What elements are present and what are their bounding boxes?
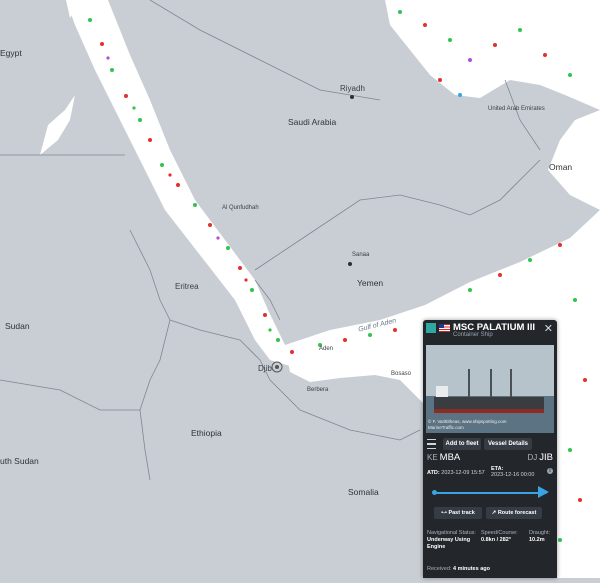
origin-port[interactable]: KE MBA [427,452,460,463]
route-forecast-button[interactable]: ↗ Route forecast [486,507,542,519]
place-al-qunfudhah: Al Qunfudhah [222,205,259,211]
atd: ATD: 2023-12-09 15:57 [427,470,485,476]
place-riyadh: Riyadh [340,84,365,93]
vessel-hull [434,397,544,413]
menu-icon[interactable] [427,439,436,449]
close-icon[interactable]: ✕ [544,322,553,335]
past-track-button[interactable]: •-• Past track [434,507,482,519]
eta: ETA: 2023-12-16 00:00 [491,466,535,478]
vessel-cluster-persian-gulf[interactable] [398,10,572,97]
place-yemen: Yemen [357,278,384,288]
draught: Draught: 10.2m [529,530,551,543]
speed-course: Speed/Course: 0.8kn / 282° [481,530,518,543]
place-uae: United Arab Emirates [488,106,545,112]
vessel-cluster-red-sea[interactable] [88,18,294,354]
place-egypt: Egypt [0,48,22,58]
place-bosaso: Bosaso [391,371,412,377]
vessel-type-icon [426,323,436,333]
destination-country-code: DJ [527,453,538,462]
place-ethiopia: Ethiopia [191,428,222,438]
navigational-status: Navigational Status: Underway Using Engi… [427,530,476,550]
vessel-photo[interactable]: © F. Varittitheas, www.shipspotting.com … [426,345,554,433]
place-djibouti: Djib [258,364,272,373]
photo-credit: © F. Varittitheas, www.shipspotting.com … [428,419,507,430]
place-sanaa: Sanaa [352,252,370,258]
vessel-details-button[interactable]: Vessel Details [484,438,532,450]
djibouti-port-marker[interactable] [271,361,283,373]
vessel-info-panel: MSC PALATIUM III Container Ship ✕ © F. V… [423,320,557,578]
origin-port-code: MBA [439,452,461,463]
place-sudan: Sudan [5,321,30,331]
place-oman: Oman [549,162,573,172]
voyage-times: ATD: 2023-12-09 15:57 ETA: 2023-12-16 00… [423,466,557,486]
place-south-sudan: uth Sudan [0,456,39,466]
info-icon[interactable]: i [547,468,553,474]
departure-point [432,490,437,495]
place-aden: Aden [319,346,334,352]
place-saudi-arabia: Saudi Arabia [288,117,337,127]
destination-port[interactable]: DJ JIB [527,452,553,463]
place-eritrea: Eritrea [175,282,199,291]
place-somalia: Somalia [348,487,379,497]
destination-port-code: JIB [539,452,553,463]
vessel-type: Container Ship [453,332,493,338]
city-dot-riyadh [350,95,354,99]
add-to-fleet-button[interactable]: Add to fleet [443,438,481,450]
origin-country-code: KE [427,453,438,462]
panel-header: MSC PALATIUM III Container Ship ✕ [423,320,557,340]
place-berbera: Berbera [307,387,329,393]
voyage-progress-bar [434,492,547,494]
received-time: Received: 4 minutes ago [427,566,490,572]
vessel-position-icon [538,486,549,498]
route-ports: KE MBA DJ JIB [423,452,557,466]
city-dot-sanaa [348,262,352,266]
flag-icon [439,324,450,332]
